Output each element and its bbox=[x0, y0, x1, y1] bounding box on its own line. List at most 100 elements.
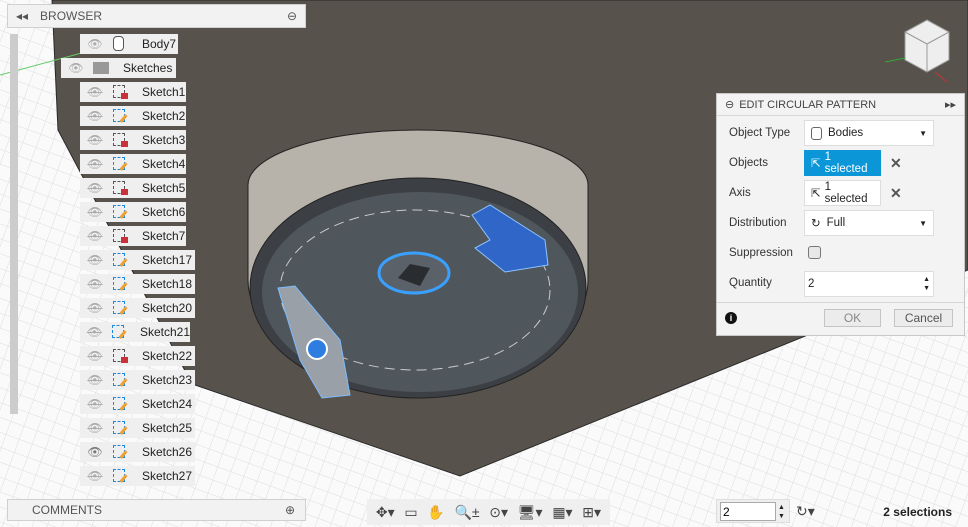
eye-hidden-icon[interactable]: 👁 bbox=[84, 373, 106, 387]
browser-item-sketch[interactable]: 👁 Sketch26 bbox=[80, 442, 195, 462]
cursor-icon: ⇱ bbox=[811, 158, 821, 170]
plus-circle-icon[interactable]: ⊕ bbox=[285, 503, 295, 517]
body-icon bbox=[811, 126, 822, 140]
look-at-icon[interactable]: ▭ bbox=[404, 504, 417, 521]
browser-item-sketch[interactable]: 👁 Sketch6 bbox=[80, 202, 186, 222]
sketch-label: Sketch25 bbox=[142, 421, 193, 435]
eye-hidden-icon[interactable]: 👁 bbox=[84, 229, 106, 243]
eye-icon[interactable]: 👁 bbox=[65, 61, 87, 75]
quantity-mini-field[interactable] bbox=[720, 502, 776, 521]
distribution-label: Distribution bbox=[729, 217, 787, 229]
collapse-panel-icon[interactable]: ◂◂ bbox=[16, 9, 28, 23]
object-type-select[interactable]: Bodies ▼ bbox=[804, 120, 934, 146]
eye-hidden-icon[interactable]: 👁 bbox=[84, 325, 105, 339]
distribution-select[interactable]: ↻ Full ▼ bbox=[804, 210, 934, 236]
sketch-label: Sketch20 bbox=[142, 301, 193, 315]
browser-item-sketch[interactable]: 👁 Sketch18 bbox=[80, 274, 195, 294]
suppression-checkbox[interactable] bbox=[808, 246, 821, 259]
eye-icon[interactable]: 👁 bbox=[84, 445, 106, 459]
quantity-stepper[interactable]: 2 ▲ ▼ bbox=[804, 271, 934, 297]
browser-item-sketch[interactable]: 👁 Sketch21 bbox=[80, 322, 190, 342]
cursor-icon: ⇱ bbox=[811, 188, 821, 200]
sketch-edit-icon bbox=[110, 468, 130, 484]
browser-title: BROWSER bbox=[40, 9, 103, 23]
eye-hidden-icon[interactable]: 👁 bbox=[84, 421, 106, 435]
objects-selector[interactable]: ⇱ 1 selected bbox=[804, 150, 881, 176]
sketch-label: Sketch2 bbox=[142, 109, 186, 123]
sketch-label: Sketch21 bbox=[139, 325, 190, 339]
eye-hidden-icon[interactable]: 👁 bbox=[84, 277, 106, 291]
browser-item-sketches[interactable]: 👁 Sketches bbox=[61, 58, 176, 78]
eye-icon[interactable]: 👁 bbox=[84, 37, 106, 51]
browser-item-body7[interactable]: 👁 Body7 bbox=[80, 34, 178, 54]
selection-status: 2 selections bbox=[883, 505, 952, 519]
eye-hidden-icon[interactable]: 👁 bbox=[84, 109, 106, 123]
eye-hidden-icon[interactable]: 👁 bbox=[84, 133, 106, 147]
browser-item-sketch[interactable]: 👁 Sketch7 bbox=[80, 226, 186, 246]
zoom-icon[interactable]: 🔍± bbox=[454, 504, 479, 521]
sketch-edit-icon bbox=[110, 204, 130, 220]
fit-icon[interactable]: ⊙▾ bbox=[489, 504, 508, 521]
cancel-button[interactable]: Cancel bbox=[894, 309, 953, 327]
pan-hand-icon[interactable]: ✋ bbox=[427, 504, 444, 521]
browser-item-sketch[interactable]: 👁 Sketch17 bbox=[80, 250, 195, 270]
eye-hidden-icon[interactable]: 👁 bbox=[84, 469, 106, 483]
browser-item-sketch[interactable]: 👁 Sketch22 bbox=[80, 346, 195, 366]
expand-icon[interactable]: ▸▸ bbox=[945, 98, 956, 111]
browser-item-sketch[interactable]: 👁 Sketch5 bbox=[80, 178, 186, 198]
browser-item-sketch[interactable]: 👁 Sketch24 bbox=[80, 394, 195, 414]
comments-panel[interactable]: COMMENTS ⊕ bbox=[7, 499, 306, 521]
browser-item-sketch[interactable]: 👁 Sketch20 bbox=[80, 298, 195, 318]
eye-hidden-icon[interactable]: 👁 bbox=[84, 157, 106, 171]
display-settings-icon[interactable]: 🖥▾ bbox=[518, 504, 543, 521]
clear-axis-icon[interactable]: ✕ bbox=[890, 185, 902, 202]
eye-hidden-icon[interactable]: 👁 bbox=[84, 301, 106, 315]
chevron-down-icon: ▼ bbox=[919, 128, 927, 138]
browser-item-sketch[interactable]: 👁 Sketch27 bbox=[80, 466, 195, 486]
eye-hidden-icon[interactable]: 👁 bbox=[84, 85, 106, 99]
spinner-arrows-icon[interactable]: ▲ ▼ bbox=[923, 275, 930, 293]
comments-title: COMMENTS bbox=[32, 503, 102, 517]
sketch-edit-icon bbox=[110, 420, 130, 436]
eye-hidden-icon[interactable]: 👁 bbox=[84, 349, 106, 363]
suppression-label: Suppression bbox=[729, 247, 793, 259]
sketch-label: Sketch6 bbox=[142, 205, 186, 219]
clear-objects-icon[interactable]: ✕ bbox=[890, 155, 902, 172]
eye-hidden-icon[interactable]: 👁 bbox=[84, 181, 106, 195]
sketch-edit-icon bbox=[110, 156, 130, 172]
edit-circular-pattern-dialog: ⊖ EDIT CIRCULAR PATTERN ▸▸ Object Type B… bbox=[716, 93, 965, 336]
rotate-icon: ↻ bbox=[811, 218, 821, 230]
browser-item-sketch[interactable]: 👁 Sketch4 bbox=[80, 154, 186, 174]
sketch-edit-icon bbox=[110, 396, 130, 412]
sketch-label: Sketch18 bbox=[142, 277, 193, 291]
sketch-locked-icon bbox=[110, 348, 130, 364]
minus-circle-icon[interactable]: ⊖ bbox=[287, 9, 297, 23]
browser-item-sketch[interactable]: 👁 Sketch2 bbox=[80, 106, 186, 126]
viewports-icon[interactable]: ⊞▾ bbox=[582, 504, 601, 521]
dialog-title: EDIT CIRCULAR PATTERN bbox=[739, 98, 877, 111]
quantity-mini-input[interactable]: ▲▼ bbox=[716, 499, 790, 523]
orbit-icon[interactable]: ✥▾ bbox=[376, 504, 395, 521]
ok-button[interactable]: OK bbox=[824, 309, 881, 327]
sketch-label: Sketch22 bbox=[142, 349, 193, 363]
browser-item-sketch[interactable]: 👁 Sketch23 bbox=[80, 370, 195, 390]
browser-item-sketch[interactable]: 👁 Sketch1 bbox=[80, 82, 186, 102]
browser-item-sketch[interactable]: 👁 Sketch25 bbox=[80, 418, 195, 438]
browser-scrollbar bbox=[10, 34, 18, 414]
eye-hidden-icon[interactable]: 👁 bbox=[84, 253, 106, 267]
pattern-handle bbox=[306, 338, 328, 360]
spinner-arrows-icon[interactable]: ▲ ▼ bbox=[778, 503, 785, 521]
eye-hidden-icon[interactable]: 👁 bbox=[84, 397, 106, 411]
rotate-dropdown-icon[interactable]: ↻▾ bbox=[796, 503, 815, 520]
sketch-label: Sketch27 bbox=[142, 469, 193, 483]
minus-circle-icon[interactable]: ⊖ bbox=[725, 98, 734, 111]
info-icon[interactable]: i bbox=[725, 312, 737, 324]
browser-header: ◂◂ BROWSER ⊖ bbox=[7, 4, 306, 28]
sketch-edit-icon bbox=[110, 276, 130, 292]
eye-hidden-icon[interactable]: 👁 bbox=[84, 205, 106, 219]
grid-settings-icon[interactable]: ▦▾ bbox=[552, 504, 572, 521]
browser-item-sketch[interactable]: 👁 Sketch3 bbox=[80, 130, 186, 150]
sketch-label: Sketch1 bbox=[142, 85, 186, 99]
axis-selector[interactable]: ⇱ 1 selected bbox=[804, 180, 881, 206]
navigation-toolbar: ✥▾ ▭ ✋ 🔍± ⊙▾ 🖥▾ ▦▾ ⊞▾ bbox=[367, 499, 610, 525]
